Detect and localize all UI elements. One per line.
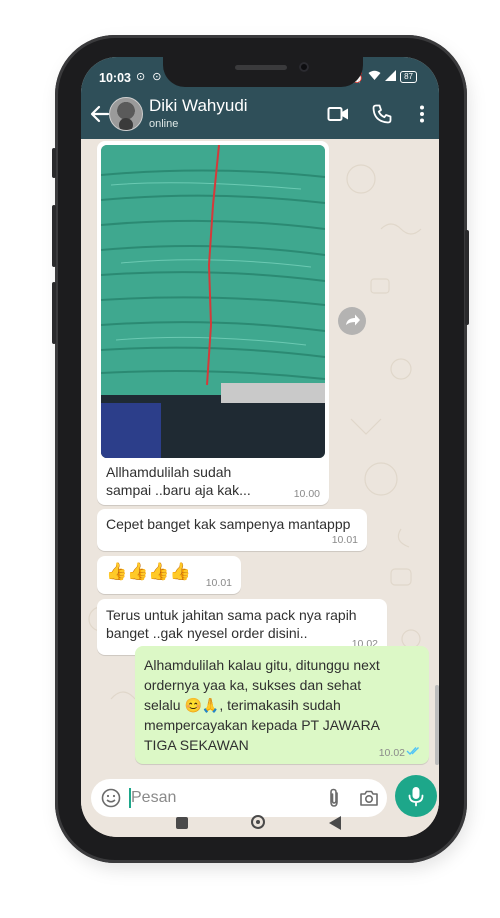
speaker-grille [235,65,287,70]
message-photo[interactable] [101,145,325,458]
contact-status: online [149,118,179,130]
notch [163,57,363,87]
back-icon[interactable] [329,816,341,830]
photo-green-fabric-stack [101,145,325,458]
forward-icon[interactable] [338,307,366,335]
arrow-left-icon[interactable] [89,103,111,125]
home-icon[interactable] [251,815,265,829]
notification-icons: ⊙ ⊙ [136,71,164,83]
screen: 10:03 ⊙ ⊙ ⏰ 87 Diki Wahyudi online [81,57,439,837]
status-time: 10:03 [99,71,131,85]
more-vertical-icon[interactable] [411,103,433,125]
signal-icon [385,70,397,84]
volume-button [52,282,56,344]
message-text: 👍👍👍👍 [106,562,191,581]
avatar[interactable] [109,97,143,131]
android-nav-bar [81,809,439,837]
contact-name[interactable]: Diki Wahyudi [149,96,248,116]
message-text: Terus untuk jahitan sama pack nya rapih … [106,607,357,641]
message-bubble-incoming-image[interactable]: Allhamdulilah sudah sampai ..baru aja ka… [97,141,329,505]
chat-area[interactable]: Allhamdulilah sudah sampai ..baru aja ka… [81,139,439,771]
read-receipt-icon [406,743,422,759]
volume-button [52,205,56,267]
message-time: 10.01 [331,534,358,546]
recents-icon[interactable] [176,817,188,829]
phone-icon[interactable] [371,103,393,125]
message-time: 10.00 [293,488,320,500]
scrollbar[interactable] [435,685,439,765]
front-camera [299,62,309,72]
image-caption: Allhamdulilah sudah sampai ..baru aja ka… [106,464,251,498]
message-time: 10.02 [378,747,405,759]
message-time: 10.01 [205,577,232,589]
message-text: Alhamdulilah kalau gitu, ditunggu next o… [144,657,381,753]
video-call-icon[interactable] [327,103,349,125]
message-bubble-outgoing[interactable]: Alhamdulilah kalau gitu, ditunggu next o… [135,646,429,764]
message-text: Cepet banget kak sampenya mantappp [106,516,351,532]
message-input-placeholder[interactable]: Pesan [131,789,176,807]
microphone-icon [406,785,426,812]
message-bubble-incoming[interactable]: 👍👍👍👍 10.01 [97,556,241,594]
wifi-icon [368,70,381,84]
battery-indicator: 87 [400,71,417,83]
volume-button [52,148,56,178]
power-button [465,230,469,325]
message-bubble-incoming[interactable]: Cepet banget kak sampenya mantappp 10.01 [97,509,367,551]
